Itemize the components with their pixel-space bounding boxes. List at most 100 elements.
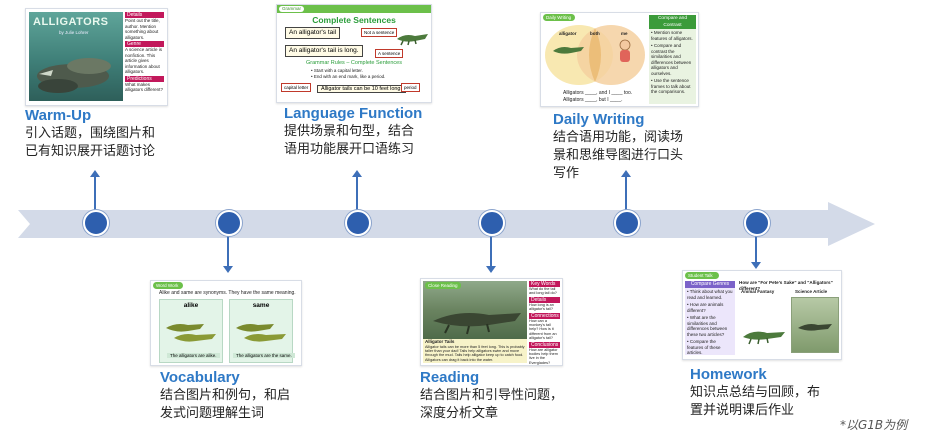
warmup-slide: ALLIGATORS by Julie Lohrer Details Point… <box>25 8 168 106</box>
vocabulary-desc-line2: 发式问题理解生词 <box>160 406 265 421</box>
language-pill: Grammar <box>279 6 304 12</box>
timeline-node-warmup <box>83 210 109 236</box>
connector-language <box>356 176 358 210</box>
language-heading: Complete Sentences <box>312 15 396 25</box>
reading-pill: Close Reading <box>425 282 461 289</box>
homework-col2: Science Article <box>795 289 828 294</box>
word-alike: alike <box>183 302 199 309</box>
rule-2-text: End with an end mark, like a period. <box>313 74 386 79</box>
arrowhead-homework <box>751 262 761 269</box>
conclusions-tag: Conclusions <box>529 341 560 348</box>
alligator-icon <box>743 331 785 345</box>
vocabulary-desc-line1: 结合图片和例句，和启 <box>160 388 291 403</box>
writing-panel-item-3: • Use the sentence frames to talk about … <box>651 78 691 94</box>
homework-desc-line1: 知识点总结与回顾，布 <box>690 385 821 400</box>
language-desc-line2: 语用功能展开口语练习 <box>284 142 415 157</box>
writing-frame-2: Alligators ____, but I ____. <box>563 97 623 103</box>
homework-item-4: • Compare the features of these articles… <box>687 339 721 355</box>
homework-title: Homework <box>690 366 767 383</box>
homework-slide: Student Talk How are "For Pete's Sake" a… <box>682 270 842 360</box>
connector-writing <box>625 176 627 210</box>
writing-panel-item-2: • Compare and contrast the similarities … <box>651 43 692 76</box>
book-cover: ALLIGATORS by Julie Lohrer <box>29 12 123 101</box>
venn-left-label: alligator <box>559 31 577 36</box>
connector-homework <box>755 232 757 264</box>
vocabulary-title: Vocabulary <box>160 369 240 386</box>
reading-title: Reading <box>420 369 480 386</box>
sentence-fragment: An alligator's tail <box>285 27 341 39</box>
period-label: period <box>401 83 420 92</box>
child-icon <box>619 39 631 62</box>
footnote: *以G1B为例 <box>840 418 908 432</box>
arrowhead-writing <box>621 170 631 177</box>
language-slide: Grammar Complete Sentences An alligator'… <box>276 4 432 103</box>
vocab-pill: Word Work <box>156 283 179 288</box>
writing-panel-item-1-text: Mention some features of alligators. <box>651 30 693 41</box>
details-text: How long is an alligator's tail? <box>529 302 554 312</box>
homework-side-panel: Compare Genres • Think about what you re… <box>685 281 735 355</box>
rules-title: Grammar Rules – Complete Sentences <box>306 60 402 66</box>
a-sentence-tag: A sentence <box>375 49 404 58</box>
timeline-node-reading <box>479 210 505 236</box>
homework-desc-line2: 置并说明课后作业 <box>690 403 795 418</box>
homework-panel-title: Compare Genres <box>685 281 735 288</box>
keywords-text: What do the tail and long tail do? <box>529 287 557 296</box>
arrowhead-reading <box>486 266 496 273</box>
homework-item-1-text: Think about what you read and learned. <box>687 289 733 300</box>
warmup-title: Warm-Up <box>25 107 92 124</box>
homework-item-2-text: How are animals different? <box>687 302 724 313</box>
capital-letter-label: capital letter <box>281 83 312 92</box>
connector-vocabulary <box>227 232 229 268</box>
reading-photo: Close Reading <box>423 281 527 339</box>
rule-2: • End with an end mark, like a period. <box>311 74 386 79</box>
writing-title: Daily Writing <box>553 111 645 128</box>
writing-desc-line2: 景和思维导图进行口头 <box>553 148 684 163</box>
alligator-photo-icon <box>798 324 832 331</box>
arrowhead-vocabulary <box>223 266 233 273</box>
alligator-pair-icon <box>236 324 286 342</box>
alligator-photo-icon <box>433 313 521 335</box>
genre-text: A science article is nonfiction. This ar… <box>125 47 163 74</box>
alligator-pair-icon <box>166 324 216 342</box>
writing-frame-1: Alligators ____, and I ____ too. <box>563 90 633 96</box>
vocab-caption: The alligators are alike. <box>167 353 220 358</box>
writing-desc-line3: 写作 <box>553 166 580 181</box>
warmup-side-panel: Details Point out the title, author. Men… <box>125 12 164 101</box>
rule-1: • Start with a capital letter. <box>311 68 363 73</box>
vocab-sentence: Alike and same are synonyms. They have t… <box>159 290 296 296</box>
writing-pill: Daily Writing <box>546 15 572 20</box>
reading-side-panel: Key Words What do the tail and long tail… <box>529 281 560 365</box>
homework-pill: Student Talk <box>688 273 713 278</box>
conclusions-text: How are alligator bodies help them live … <box>529 347 558 365</box>
reading-desc-line2: 深度分析文章 <box>420 406 499 421</box>
homework-col1: Animal Fantasy <box>741 289 775 294</box>
alligator-icon <box>553 47 584 54</box>
writing-side-panel: Compare and Contrast • Mention some feat… <box>649 15 696 104</box>
warmup-desc-line1: 引入话题，围绕图片和 <box>25 126 156 141</box>
timeline-node-homework <box>744 210 770 236</box>
connector-reading <box>490 232 492 268</box>
rule-1-text: Start with a capital letter. <box>313 68 363 73</box>
writing-panel-item-2-text: Compare and contrast the similarities an… <box>651 43 692 76</box>
timeline-node-writing <box>614 210 640 236</box>
warmup-desc-line2: 已有知识展开话题讨论 <box>25 144 156 159</box>
homework-item-1: • Think about what you read and learned. <box>687 289 733 300</box>
book-author: by Julie Lohrer <box>59 30 89 35</box>
not-sentence-tag: Not a sentence <box>361 28 398 37</box>
homework-item-2: • How are animals different? <box>687 302 724 313</box>
reading-passage: Alligator Tails Alligator tails can be m… <box>423 339 527 363</box>
writing-desc-line1: 结合语用功能，阅读场 <box>553 130 684 145</box>
language-title: Language Function <box>284 105 423 122</box>
homework-item-3: • What are the similarities and differen… <box>687 315 728 337</box>
writing-panel-item-3-text: Use the sentence frames to talk about th… <box>651 78 691 94</box>
word-same: same <box>252 302 270 309</box>
timeline-arrow <box>18 202 875 246</box>
language-desc-line1: 提供场景和句型，结合 <box>284 124 415 139</box>
connections-tag: Connections <box>529 312 560 319</box>
homework-article-thumb <box>791 297 839 353</box>
writing-slide: Daily Writing alligator both me Alligato… <box>540 12 699 107</box>
connector-warmup <box>94 176 96 210</box>
alligator-icon <box>397 34 428 46</box>
writing-panel-title: Compare and Contrast <box>649 15 696 29</box>
connections-text: How can a monkey's tail help? How is it … <box>529 318 557 341</box>
